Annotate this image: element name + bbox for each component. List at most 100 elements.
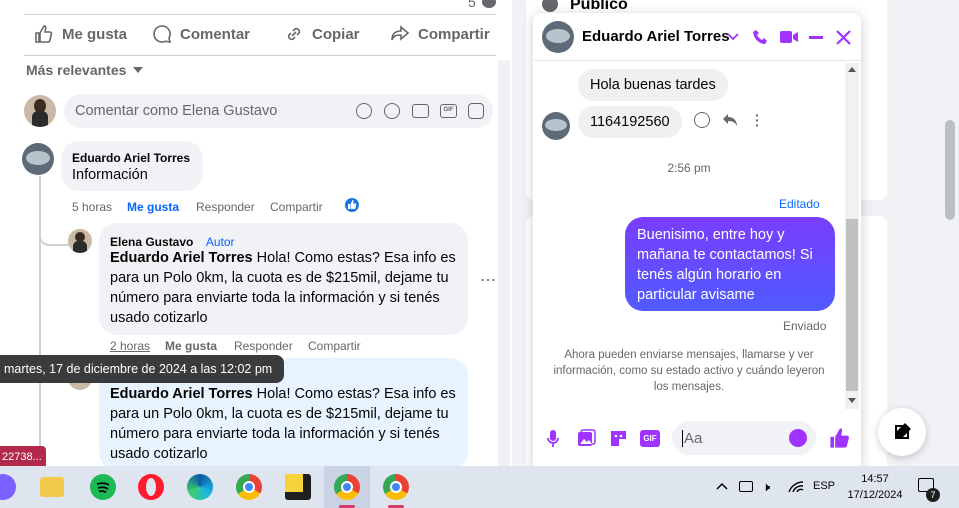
comment-time[interactable]: 2 horas: [110, 339, 150, 353]
avatar[interactable]: [24, 95, 56, 127]
comment-like-link[interactable]: Me gusta: [165, 339, 217, 353]
share-arrow-icon: [391, 25, 410, 41]
divider: [24, 14, 496, 15]
thread-line: [39, 176, 41, 466]
chrome-profile-icon[interactable]: [383, 474, 409, 500]
chrome-profile-icon[interactable]: [334, 474, 360, 500]
video-icon[interactable]: [779, 29, 799, 45]
camera-icon[interactable]: [412, 104, 429, 118]
microphone-icon[interactable]: [547, 429, 559, 449]
chevron-up-icon[interactable]: [716, 482, 728, 490]
post-feed: 5 Me gusta Comentar Copiar Compartir Más…: [0, 0, 512, 466]
link-icon: [287, 27, 301, 41]
contact-avatar[interactable]: [542, 112, 570, 140]
comment-reply-link[interactable]: Responder: [234, 339, 293, 353]
chat-info-notice: Ahora pueden enviarse mensajes, llamarse…: [553, 349, 825, 393]
wifi-icon[interactable]: [788, 480, 804, 494]
message-input[interactable]: Aa: [672, 421, 816, 455]
incoming-message[interactable]: 1164192560: [578, 106, 682, 138]
avatar[interactable]: [22, 143, 54, 175]
timestamp-tooltip: martes, 17 de diciembre de 2024 a las 12…: [0, 355, 285, 383]
share-button[interactable]: Compartir: [390, 24, 490, 44]
chat-composer: GIF Aa: [533, 413, 861, 468]
globe-icon: [542, 0, 558, 12]
sort-dropdown[interactable]: Más relevantes: [26, 62, 144, 78]
minimize-icon[interactable]: [809, 36, 823, 39]
copilot-icon[interactable]: [0, 474, 16, 500]
sticker-icon[interactable]: [468, 103, 484, 119]
reply-icon[interactable]: [722, 113, 738, 127]
battery-icon[interactable]: [739, 481, 753, 492]
delivery-status: Enviado: [783, 319, 827, 333]
chevron-down-icon[interactable]: [727, 33, 739, 41]
phone-icon[interactable]: [752, 28, 770, 46]
emoji-reaction-icon[interactable]: [694, 112, 710, 128]
comment-author[interactable]: Eduardo Ariel Torres: [72, 151, 190, 165]
chrome-icon[interactable]: [236, 474, 262, 500]
gif-icon[interactable]: GIF: [440, 104, 457, 118]
mention-tag[interactable]: Eduardo Ariel Torres: [110, 250, 253, 266]
contact-avatar[interactable]: [542, 21, 574, 53]
comment-like-link[interactable]: Me gusta: [127, 200, 179, 214]
thumbs-up-send-icon[interactable]: [828, 426, 852, 450]
contact-name[interactable]: Eduardo Ariel Torres: [582, 28, 730, 45]
sort-label: Más relevantes: [26, 62, 127, 78]
message-placeholder: Aa: [682, 430, 703, 447]
like-reaction-icon[interactable]: [343, 196, 361, 214]
share-label: Compartir: [418, 25, 490, 43]
comment-button[interactable]: Comentar: [152, 24, 250, 44]
avatar[interactable]: [68, 229, 92, 253]
edge-icon[interactable]: [187, 474, 213, 500]
gif-icon[interactable]: GIF: [640, 430, 660, 447]
comment-text: Eduardo Ariel Torres Hola! Como estas? E…: [110, 384, 462, 464]
caret-down-icon: [133, 67, 144, 73]
avatar-sticker-icon[interactable]: [356, 103, 372, 119]
notification-badge[interactable]: 22738...: [0, 446, 46, 466]
comment-reply-link[interactable]: Responder: [196, 200, 255, 214]
thumbs-up-icon: [35, 25, 53, 43]
close-icon[interactable]: [836, 30, 851, 45]
reaction-count[interactable]: 5: [468, 0, 476, 10]
incoming-message[interactable]: Hola buenas tardes: [578, 69, 728, 101]
photo-icon[interactable]: [577, 429, 596, 448]
comment-share-link[interactable]: Compartir: [270, 200, 323, 214]
spotify-icon[interactable]: [90, 474, 116, 500]
emoji-icon[interactable]: [384, 103, 400, 119]
edited-label[interactable]: Editado: [779, 197, 820, 211]
sticker-icon[interactable]: [609, 429, 628, 448]
more-options-icon[interactable]: ⋯: [480, 270, 497, 290]
right-scrollbar[interactable]: [945, 120, 955, 220]
new-message-button[interactable]: [878, 408, 926, 456]
notification-count: 7: [926, 488, 940, 502]
comment-label: Comentar: [180, 25, 251, 43]
copy-button[interactable]: Copiar: [284, 24, 360, 44]
comment-bubble: Eduardo Ariel Torres Información: [61, 141, 203, 191]
volume-muted-icon[interactable]: 🕨: [762, 479, 770, 495]
sticky-notes-icon[interactable]: [285, 474, 311, 500]
more-options-icon[interactable]: · · ·: [755, 108, 760, 132]
feed-scrollbar[interactable]: [498, 60, 510, 466]
like-button[interactable]: Me gusta: [34, 24, 127, 44]
comment-author[interactable]: Elena Gustavo: [110, 235, 193, 249]
emoji-icon[interactable]: [789, 429, 807, 447]
clock-date: 17/12/2024: [847, 489, 903, 501]
comment-time[interactable]: 5 horas: [72, 200, 112, 214]
message-timestamp: 2:56 pm: [667, 161, 711, 175]
outgoing-message[interactable]: Buenisimo, entre hoy y mañana te contact…: [625, 217, 835, 311]
clock[interactable]: 14:57 17/12/2024: [840, 471, 910, 503]
privacy-label: Público: [570, 0, 628, 13]
chat-window: Eduardo Ariel Torres Hola buenas tardes …: [533, 13, 861, 468]
divider: [24, 55, 496, 56]
opera-icon[interactable]: [138, 474, 164, 500]
mention-tag[interactable]: Eduardo Ariel Torres: [110, 386, 253, 402]
file-explorer-icon[interactable]: [40, 477, 64, 497]
comment-input[interactable]: Comentar como Elena Gustavo GIF: [64, 94, 493, 128]
speech-bubble-icon: [153, 25, 172, 44]
taskbar: 🕨 ESP 14:57 17/12/2024 7: [0, 466, 959, 508]
comment-share-link[interactable]: Compartir: [308, 339, 361, 353]
chat-header: Eduardo Ariel Torres: [533, 13, 861, 61]
chat-scrollbar[interactable]: [845, 63, 859, 409]
language-indicator[interactable]: ESP: [813, 480, 835, 492]
comment-bubble: Elena Gustavo Autor Eduardo Ariel Torres…: [99, 223, 468, 335]
clock-time: 14:57: [861, 473, 889, 485]
